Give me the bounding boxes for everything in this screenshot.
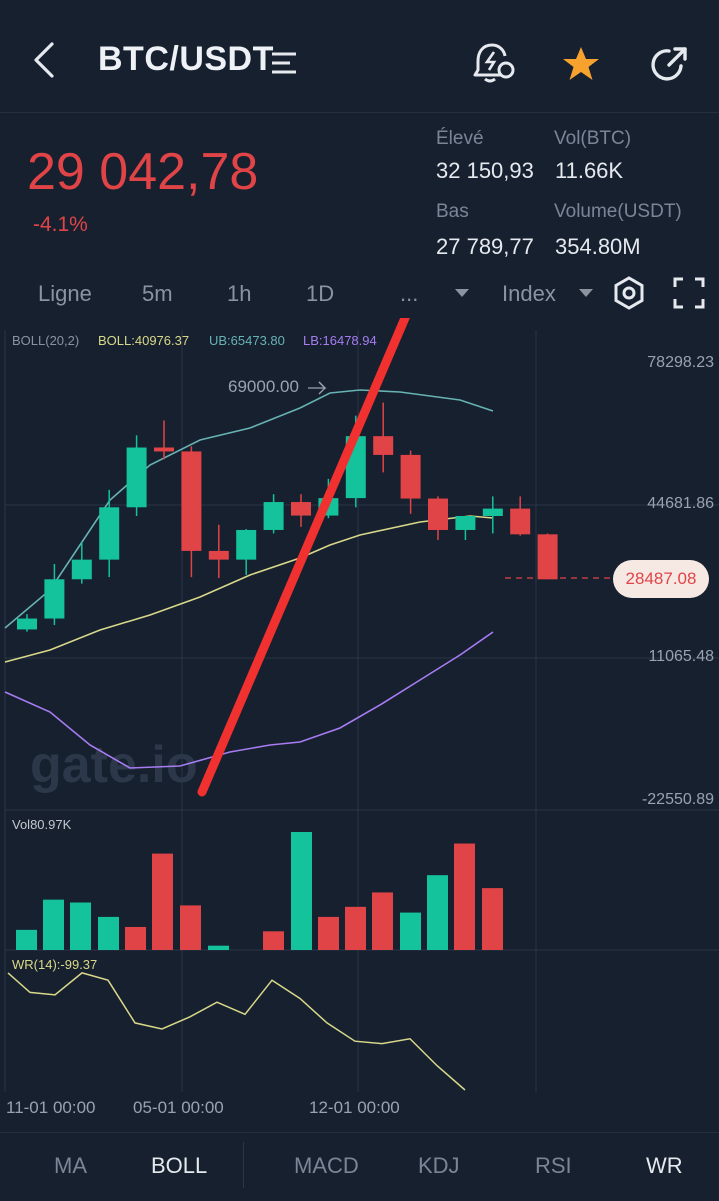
volume-bar (43, 899, 64, 950)
tab-boll[interactable]: BOLL (151, 1153, 207, 1179)
volume-bar (291, 832, 312, 950)
volume-bar (152, 853, 173, 950)
tab-macd[interactable]: MACD (294, 1153, 359, 1179)
candle-body (181, 451, 202, 551)
chevron-down-icon[interactable] (454, 287, 470, 299)
candle-body (291, 502, 311, 516)
volume-bar (70, 902, 91, 950)
indicator-tab-bar (0, 1132, 719, 1201)
current-price-tag: 28487.08 (613, 560, 709, 598)
tab-5m[interactable]: 5m (142, 281, 173, 307)
tab-wr[interactable]: WR (646, 1153, 683, 1179)
boll-upper-value: UB:65473.80 (209, 333, 285, 348)
volume-bar (427, 875, 448, 950)
tab-line[interactable]: Ligne (38, 281, 92, 307)
pair-title[interactable]: BTC/USDT (98, 40, 274, 79)
candle-body (263, 502, 284, 530)
x-axis-label: 12-01 00:00 (309, 1098, 400, 1117)
candle-body (44, 579, 65, 619)
candlestick-chart[interactable]: gate.io (0, 318, 719, 1130)
volume-bar (16, 929, 37, 950)
candle-body (482, 508, 503, 517)
tab-1d[interactable]: 1D (306, 281, 334, 307)
volume-indicator-label: Vol80.97K (12, 817, 72, 832)
tab-rsi[interactable]: RSI (535, 1153, 572, 1179)
volume-bar (208, 945, 229, 950)
candle-body (236, 529, 257, 560)
vol-usdt-label: Volume(USDT) (554, 201, 682, 222)
alarm-bell-icon[interactable] (472, 42, 518, 84)
wr-indicator-label: WR(14):-99.37 (12, 957, 98, 972)
volume-bar (372, 892, 393, 950)
boll-mid-value: BOLL:40976.37 (98, 333, 190, 348)
low-value: 27 789,77 (436, 234, 534, 259)
tab-1h[interactable]: 1h (227, 281, 251, 307)
candle-body (154, 447, 174, 452)
volume-bar (482, 888, 503, 950)
high-label: Élevé (436, 128, 484, 149)
volume-bar (318, 916, 339, 950)
max-price-marker: 69000.00 (228, 377, 299, 396)
list-filter-icon[interactable] (270, 50, 300, 76)
candle-body (208, 550, 229, 560)
vol-btc-value: 11.66K (555, 158, 624, 183)
chevron-left-icon[interactable] (28, 40, 58, 80)
candle-body (99, 507, 120, 560)
volume-bar (180, 905, 201, 950)
candle-body (400, 454, 421, 499)
y-axis-label: 78298.23 (647, 354, 714, 371)
vol-usdt-value: 354.80M (555, 234, 641, 259)
volume-bar (345, 906, 366, 950)
candle-body (373, 436, 394, 455)
star-icon[interactable] (562, 46, 600, 82)
share-icon[interactable] (649, 44, 691, 86)
y-axis-label: 44681.86 (647, 495, 714, 512)
tab-divider (243, 1142, 244, 1188)
volume-bar (454, 843, 475, 950)
volume-bar (400, 912, 421, 950)
volume-bar (98, 916, 119, 950)
candle-body (71, 559, 92, 580)
price-change-percent: -4.1% (33, 213, 88, 236)
volume-bar (125, 926, 146, 950)
fullscreen-icon[interactable] (673, 277, 705, 309)
candle-body (510, 508, 531, 535)
tab-kdj[interactable]: KDJ (418, 1153, 460, 1179)
boll-lower-value: LB:16478.94 (303, 333, 377, 348)
candle-body (537, 534, 558, 580)
boll-indicator-name: BOLL(20,2) (12, 333, 80, 348)
watermark-logo: gate.io (30, 736, 198, 794)
candle-body (428, 498, 448, 530)
settings-icon[interactable] (611, 275, 647, 311)
vol-btc-label: Vol(BTC) (554, 128, 632, 149)
volume-bar (263, 931, 284, 950)
tab-index[interactable]: Index (502, 281, 556, 307)
tab-more[interactable]: ... (400, 281, 418, 307)
y-axis-label: 11065.48 (648, 648, 714, 665)
low-label: Bas (436, 201, 469, 222)
high-value: 32 150,93 (436, 158, 534, 183)
chevron-down-icon[interactable] (578, 287, 594, 299)
candle-body (17, 618, 37, 630)
boll-upper-line (4, 389, 494, 629)
x-axis-label: 11-01 00:00 (6, 1098, 96, 1117)
wr-line (7, 972, 466, 1091)
candle-body (126, 447, 147, 508)
x-axis-label: 05-01 00:00 (133, 1098, 224, 1117)
last-price: 29 042,78 (27, 143, 259, 201)
tab-ma[interactable]: MA (54, 1153, 87, 1179)
candle-body (455, 516, 476, 530)
y-axis-label: -22550.89 (641, 791, 714, 808)
